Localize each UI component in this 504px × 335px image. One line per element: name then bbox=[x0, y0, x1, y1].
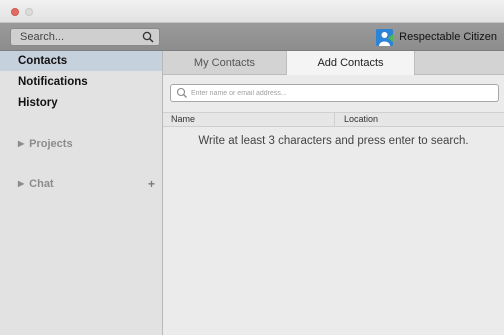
search-icon[interactable] bbox=[142, 31, 154, 43]
user-account[interactable]: Respectable Citizen bbox=[376, 28, 497, 46]
tab-bar: My Contacts Add Contacts bbox=[163, 51, 504, 75]
search-hint: Write at least 3 characters and press en… bbox=[198, 135, 469, 147]
column-header-name[interactable]: Name bbox=[171, 113, 195, 126]
section-label: Projects bbox=[29, 138, 73, 150]
sidebar-item-history[interactable]: History bbox=[0, 93, 162, 113]
sidebar-section-chat[interactable]: ▶ Chat + bbox=[0, 175, 162, 193]
disclosure-triangle-icon[interactable]: ▶ bbox=[18, 135, 24, 153]
column-header-location[interactable]: Location bbox=[334, 113, 378, 126]
disclosure-triangle-icon[interactable]: ▶ bbox=[18, 175, 24, 193]
minimize-window-button[interactable] bbox=[25, 8, 33, 16]
sidebar: Contacts Notifications History ▶ Projects… bbox=[0, 51, 163, 335]
tab-my-contacts[interactable]: My Contacts bbox=[163, 51, 287, 75]
user-name[interactable]: Respectable Citizen bbox=[399, 31, 497, 43]
sidebar-item-contacts[interactable]: Contacts bbox=[0, 51, 162, 71]
search-input[interactable] bbox=[11, 29, 139, 45]
contact-search-field[interactable] bbox=[170, 84, 499, 102]
search-icon bbox=[176, 87, 187, 98]
title-bar bbox=[0, 0, 504, 23]
main-panel: My Contacts Add Contacts Name Location W… bbox=[163, 51, 504, 335]
results-table-header: Name Location bbox=[163, 112, 504, 127]
sidebar-search[interactable] bbox=[10, 28, 160, 46]
close-window-button[interactable] bbox=[11, 8, 19, 16]
tab-add-contacts[interactable]: Add Contacts bbox=[287, 51, 415, 75]
app-window: Respectable Citizen Contacts Notificatio… bbox=[0, 0, 504, 335]
add-chat-icon[interactable]: + bbox=[148, 175, 155, 193]
sidebar-item-notifications[interactable]: Notifications bbox=[0, 72, 162, 92]
avatar[interactable] bbox=[376, 28, 394, 46]
section-label: Chat bbox=[29, 178, 54, 190]
toolbar: Respectable Citizen bbox=[0, 23, 504, 51]
sidebar-section-projects[interactable]: ▶ Projects bbox=[0, 135, 162, 153]
results-list: Write at least 3 characters and press en… bbox=[163, 127, 504, 335]
contact-search-input[interactable] bbox=[191, 85, 491, 101]
user-avatar-icon bbox=[376, 28, 394, 46]
